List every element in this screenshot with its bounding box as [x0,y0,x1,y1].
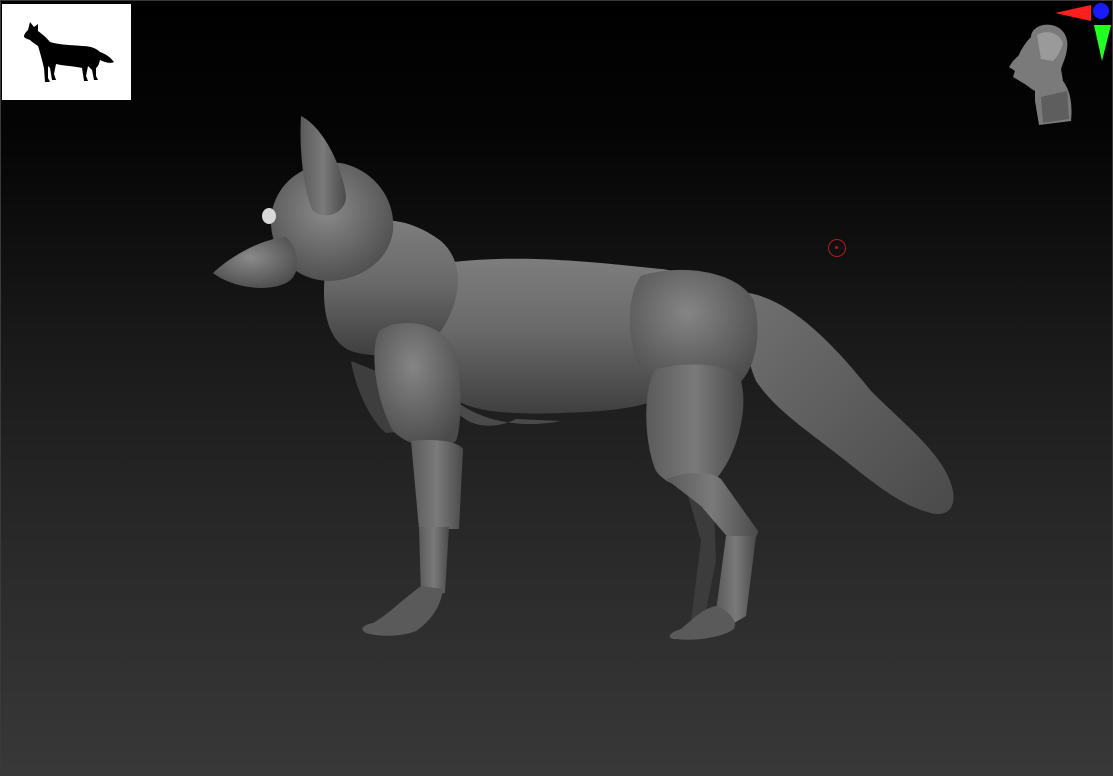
fox-mesh[interactable] [1,1,1113,776]
head-orientation-icon[interactable] [1009,24,1072,126]
navigation-gizmo[interactable] [1001,1,1112,131]
front-upper-leg-segment [411,439,463,529]
z-axis-dot-icon[interactable] [1093,3,1109,19]
3d-viewport[interactable] [0,0,1113,776]
y-axis-arrow-icon[interactable] [1094,25,1111,61]
tail-segment [744,293,954,515]
hind-thigh-segment [646,364,744,488]
front-lower-leg-segment [419,527,449,595]
front-paw-segment [362,586,443,636]
brush-cursor-icon [828,239,846,257]
eye-segment [262,208,276,224]
x-axis-arrow-icon[interactable] [1055,5,1091,21]
muzzle-segment [213,237,298,288]
